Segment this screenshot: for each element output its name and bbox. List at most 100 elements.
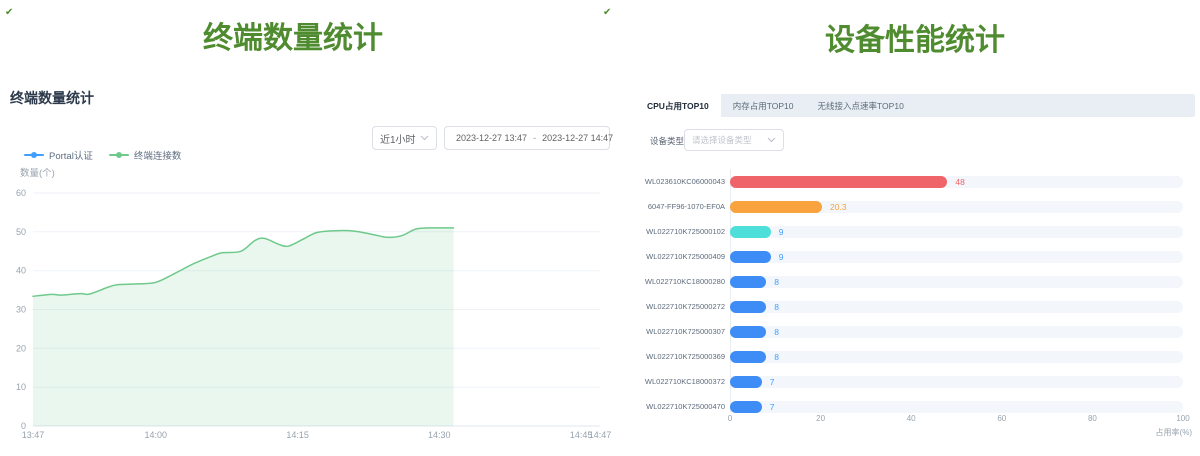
x-tick-label: 60 (997, 414, 1006, 423)
section-title-device-performance: 设备性能统计 (630, 15, 1200, 59)
legend-marker-icon (24, 150, 44, 160)
bar[interactable] (730, 201, 822, 213)
bar-chart-x-axis: 0 20 40 60 80 100 (630, 414, 1200, 426)
bar-track: 8 (730, 276, 1183, 288)
bar-value-label: 48 (955, 176, 964, 188)
bar-category-label: WL022710K725000272 (630, 302, 725, 311)
bar-chart: WL023610KC06000043 48 6047-FF96-1070-EF0A 2… (630, 169, 1200, 419)
chart-card-title: 终端数量统计 (10, 88, 94, 108)
device-type-placeholder: 请选择设备类型 (692, 134, 752, 146)
chart-legend: Portal认证 终端连接数 (24, 148, 181, 162)
legend-dot (31, 152, 37, 158)
date-range-start: 2023-12-27 13:47 (456, 133, 527, 143)
tab-item[interactable]: 无线接入点速率TOP10 (806, 94, 916, 117)
y-tick-label: 20 (16, 343, 26, 353)
tab-item[interactable]: 内存占用TOP10 (721, 94, 806, 117)
tab-active[interactable]: CPU占用TOP10 (635, 94, 721, 117)
tab-label: 内存占用TOP10 (733, 100, 794, 112)
bar-row: WL022710K725000102 9 (630, 219, 1200, 244)
bar-row: WL022710KC18000280 8 (630, 269, 1200, 294)
bar-row: WL022710K725000272 8 (630, 294, 1200, 319)
bar-value-label: 9 (779, 226, 784, 238)
date-range-picker[interactable]: 2023-12-27 13:47 - 2023-12-27 14:47 (444, 126, 610, 150)
time-range-select[interactable]: 近1小时 (372, 126, 437, 150)
bar-category-label: WL023610KC06000043 (630, 177, 725, 186)
x-tick-label: 14:00 (145, 430, 168, 440)
x-tick-label: 14:15 (286, 430, 309, 440)
bar-track: 7 (730, 401, 1183, 413)
bar-track: 48 (730, 176, 1183, 188)
bar-row: WL023610KC06000043 48 (630, 169, 1200, 194)
section-title-terminal-count: 终端数量统计 (0, 13, 586, 57)
bar-category-label: WL022710K725000470 (630, 402, 725, 411)
bar-category-label: WL022710K725000307 (630, 327, 725, 336)
tab-label: 无线接入点速率TOP10 (818, 100, 904, 112)
x-tick-label: 40 (907, 414, 916, 423)
bar[interactable] (730, 276, 766, 288)
legend-item[interactable]: Portal认证 (24, 148, 93, 162)
bar[interactable] (730, 226, 771, 238)
bar[interactable] (730, 376, 762, 388)
x-tick-label: 20 (816, 414, 825, 423)
bar-value-label: 8 (774, 326, 779, 338)
bar-track: 9 (730, 226, 1183, 238)
device-performance-section: 设备性能统计 CPU占用TOP10 内存占用TOP10 无线接入点速率TOP10 设… (630, 0, 1200, 456)
bar-track: 8 (730, 351, 1183, 363)
bar[interactable] (730, 176, 947, 188)
line-chart[interactable]: 010203040506013:4714:0014:1514:3014:4514… (0, 178, 620, 450)
legend-label: 终端连接数 (134, 148, 182, 162)
bar-track: 9 (730, 251, 1183, 263)
bar-category-label: WL022710K725000102 (630, 227, 725, 236)
legend-item[interactable]: 终端连接数 (109, 148, 182, 162)
bar-category-label: WL022710K725000409 (630, 252, 725, 261)
bar-track: 8 (730, 326, 1183, 338)
bar-category-label: WL022710KC18000280 (630, 277, 725, 286)
x-tick-label: 100 (1176, 414, 1189, 423)
bar-category-label: 6047-FF96-1070-EF0A (630, 202, 725, 211)
bar-row: WL022710K725000307 8 (630, 319, 1200, 344)
y-tick-label: 10 (16, 382, 26, 392)
bar-value-label: 7 (770, 376, 775, 388)
bar-value-label: 8 (774, 276, 779, 288)
bar-row: WL022710KC18000372 7 (630, 369, 1200, 394)
y-tick-label: 60 (16, 188, 26, 198)
bar-row: 6047-FF96-1070-EF0A 20.3 (630, 194, 1200, 219)
top10-tabbar: CPU占用TOP10 内存占用TOP10 无线接入点速率TOP10 (635, 94, 1195, 117)
bar-track: 20.3 (730, 201, 1183, 213)
bar[interactable] (730, 351, 766, 363)
bar[interactable] (730, 251, 771, 263)
bar-track: 8 (730, 301, 1183, 313)
x-tick-label: 80 (1088, 414, 1097, 423)
date-range-end: 2023-12-27 14:47 (542, 133, 613, 143)
time-range-select-value: 近1小时 (380, 131, 416, 146)
chevron-down-icon (420, 135, 429, 141)
bar-row: WL022710K725000409 9 (630, 244, 1200, 269)
y-axis-title: 数量(个) (20, 165, 55, 179)
date-range-separator: - (531, 133, 538, 143)
x-tick-label: 13:47 (22, 430, 45, 440)
bar[interactable] (730, 326, 766, 338)
bar-value-label: 7 (770, 401, 775, 413)
y-tick-label: 30 (16, 305, 26, 315)
chevron-down-icon (767, 137, 776, 143)
x-tick-label: 14:47 (589, 430, 612, 440)
bar-category-label: WL022710K725000369 (630, 352, 725, 361)
legend-dot (116, 152, 122, 158)
bar[interactable] (730, 301, 766, 313)
device-type-select[interactable]: 请选择设备类型 (684, 129, 784, 151)
bar-value-label: 20.3 (830, 201, 847, 213)
bar-category-label: WL022710KC18000372 (630, 377, 725, 386)
bar-value-label: 8 (774, 301, 779, 313)
bar-track: 7 (730, 376, 1183, 388)
y-tick-label: 50 (16, 227, 26, 237)
bar[interactable] (730, 401, 762, 413)
y-tick-label: 40 (16, 266, 26, 276)
x-axis-title: 占用率(%) (1156, 427, 1192, 438)
series-area-fill (33, 228, 454, 426)
x-tick-label: 14:30 (428, 430, 451, 440)
x-tick-label: 0 (728, 414, 732, 423)
device-type-label: 设备类型 (650, 135, 684, 147)
bar-row: WL022710K725000369 8 (630, 344, 1200, 369)
bar-value-label: 9 (779, 251, 784, 263)
terminal-count-section: 终端数量统计 终端数量统计 近1小时 2023-12-27 13:47 - 20… (0, 0, 620, 456)
